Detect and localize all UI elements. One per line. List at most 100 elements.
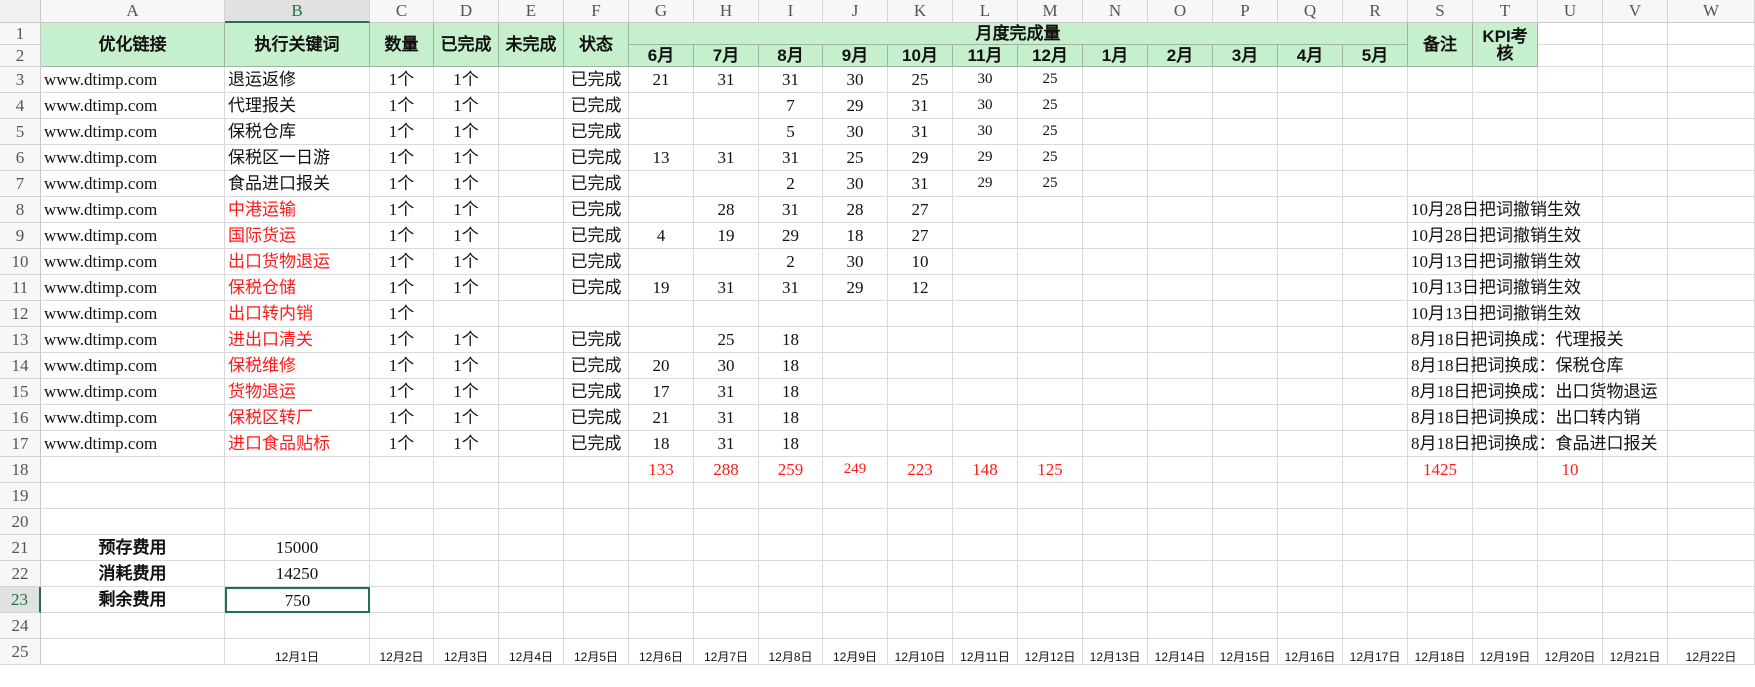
month-value-cell[interactable]: [953, 301, 1018, 327]
cell[interactable]: [499, 197, 564, 223]
status-cell[interactable]: 已完成: [564, 405, 629, 431]
cell[interactable]: [370, 483, 434, 509]
date-cell[interactable]: 12月16日: [1278, 639, 1343, 665]
cell[interactable]: [1343, 249, 1408, 275]
cell[interactable]: [1473, 119, 1538, 145]
cell[interactable]: [888, 535, 953, 561]
month-value-cell[interactable]: [1018, 431, 1083, 457]
date-cell[interactable]: 12月8日: [759, 639, 823, 665]
month-value-cell[interactable]: 31: [759, 67, 823, 93]
cell[interactable]: [629, 613, 694, 639]
month-value-cell[interactable]: 29: [759, 223, 823, 249]
month-value-cell[interactable]: [953, 249, 1018, 275]
cell[interactable]: [1213, 197, 1278, 223]
column-header-w[interactable]: W: [1668, 0, 1755, 23]
cell[interactable]: [41, 483, 225, 509]
done-cell[interactable]: 1个: [434, 67, 499, 93]
cell[interactable]: [1018, 613, 1083, 639]
month-value-cell[interactable]: 18: [823, 223, 888, 249]
cell[interactable]: [1148, 275, 1213, 301]
cell[interactable]: [499, 67, 564, 93]
row-header-21[interactable]: 21: [0, 535, 41, 561]
row-header-11[interactable]: 11: [0, 275, 41, 301]
month-value-cell[interactable]: [1018, 379, 1083, 405]
cell[interactable]: [499, 171, 564, 197]
qty-cell[interactable]: 1个: [370, 93, 434, 119]
month-value-cell[interactable]: 30: [953, 93, 1018, 119]
month-total-cell[interactable]: 125: [1018, 457, 1083, 483]
cell[interactable]: [1343, 67, 1408, 93]
month-value-cell[interactable]: [823, 405, 888, 431]
active-cell[interactable]: 750: [225, 587, 370, 613]
cell[interactable]: [1668, 67, 1755, 93]
month-value-cell[interactable]: 21: [629, 67, 694, 93]
cell[interactable]: [1213, 457, 1278, 483]
month-value-cell[interactable]: [953, 405, 1018, 431]
cell[interactable]: [1668, 431, 1755, 457]
cell[interactable]: [370, 613, 434, 639]
cell[interactable]: [1083, 483, 1148, 509]
keyword-cell[interactable]: 保税维修: [225, 353, 370, 379]
date-cell[interactable]: 12月15日: [1213, 639, 1278, 665]
cell[interactable]: [1473, 67, 1538, 93]
cell[interactable]: [1538, 67, 1603, 93]
cell[interactable]: [1083, 457, 1148, 483]
cell[interactable]: [1148, 93, 1213, 119]
cell[interactable]: [823, 587, 888, 613]
cell[interactable]: [1148, 509, 1213, 535]
status-cell[interactable]: 已完成: [564, 119, 629, 145]
cell[interactable]: [499, 483, 564, 509]
column-header-h[interactable]: H: [694, 0, 759, 23]
month-value-cell[interactable]: 31: [694, 379, 759, 405]
cell[interactable]: [1343, 301, 1408, 327]
month-value-cell[interactable]: 30: [953, 67, 1018, 93]
row-header-2[interactable]: 2: [0, 45, 41, 67]
month-value-cell[interactable]: 30: [694, 353, 759, 379]
cell[interactable]: [499, 327, 564, 353]
month-value-cell[interactable]: [1018, 197, 1083, 223]
cell[interactable]: [759, 509, 823, 535]
cell[interactable]: [225, 483, 370, 509]
cell[interactable]: [953, 587, 1018, 613]
cell[interactable]: [1668, 353, 1755, 379]
column-header-v[interactable]: V: [1603, 0, 1668, 23]
cell[interactable]: [225, 457, 370, 483]
cell[interactable]: [1018, 535, 1083, 561]
cell[interactable]: [41, 639, 225, 665]
month-value-cell[interactable]: [629, 93, 694, 119]
cell[interactable]: [1148, 327, 1213, 353]
cell[interactable]: [1083, 223, 1148, 249]
cell[interactable]: [499, 509, 564, 535]
cell[interactable]: [1603, 93, 1668, 119]
month-value-cell[interactable]: [953, 223, 1018, 249]
cell[interactable]: [1538, 23, 1603, 45]
cell[interactable]: [1278, 67, 1343, 93]
cell[interactable]: [694, 483, 759, 509]
note-cell[interactable]: 8月18日把词换成：代理报关: [1408, 327, 1624, 353]
month-value-cell[interactable]: [953, 275, 1018, 301]
month-value-cell[interactable]: [1018, 353, 1083, 379]
cell[interactable]: [1668, 23, 1755, 45]
done-cell[interactable]: 1个: [434, 275, 499, 301]
cell[interactable]: [694, 587, 759, 613]
select-all-corner[interactable]: [0, 0, 41, 23]
cell[interactable]: [1083, 171, 1148, 197]
cell[interactable]: [1018, 509, 1083, 535]
month-value-cell[interactable]: 12: [888, 275, 953, 301]
month-value-cell[interactable]: [694, 249, 759, 275]
cell[interactable]: [1278, 561, 1343, 587]
month-value-cell[interactable]: 25: [888, 67, 953, 93]
month-value-cell[interactable]: 27: [888, 223, 953, 249]
month-value-cell[interactable]: [759, 301, 823, 327]
cell[interactable]: [1343, 379, 1408, 405]
month-value-cell[interactable]: 25: [694, 327, 759, 353]
row-header-24[interactable]: 24: [0, 613, 41, 639]
month-value-cell[interactable]: [1018, 301, 1083, 327]
cell[interactable]: [1278, 483, 1343, 509]
status-cell[interactable]: 已完成: [564, 379, 629, 405]
cell[interactable]: [1083, 275, 1148, 301]
cell[interactable]: [1343, 197, 1408, 223]
cell[interactable]: [1473, 587, 1538, 613]
cell[interactable]: [1668, 405, 1755, 431]
cell[interactable]: [1343, 145, 1408, 171]
